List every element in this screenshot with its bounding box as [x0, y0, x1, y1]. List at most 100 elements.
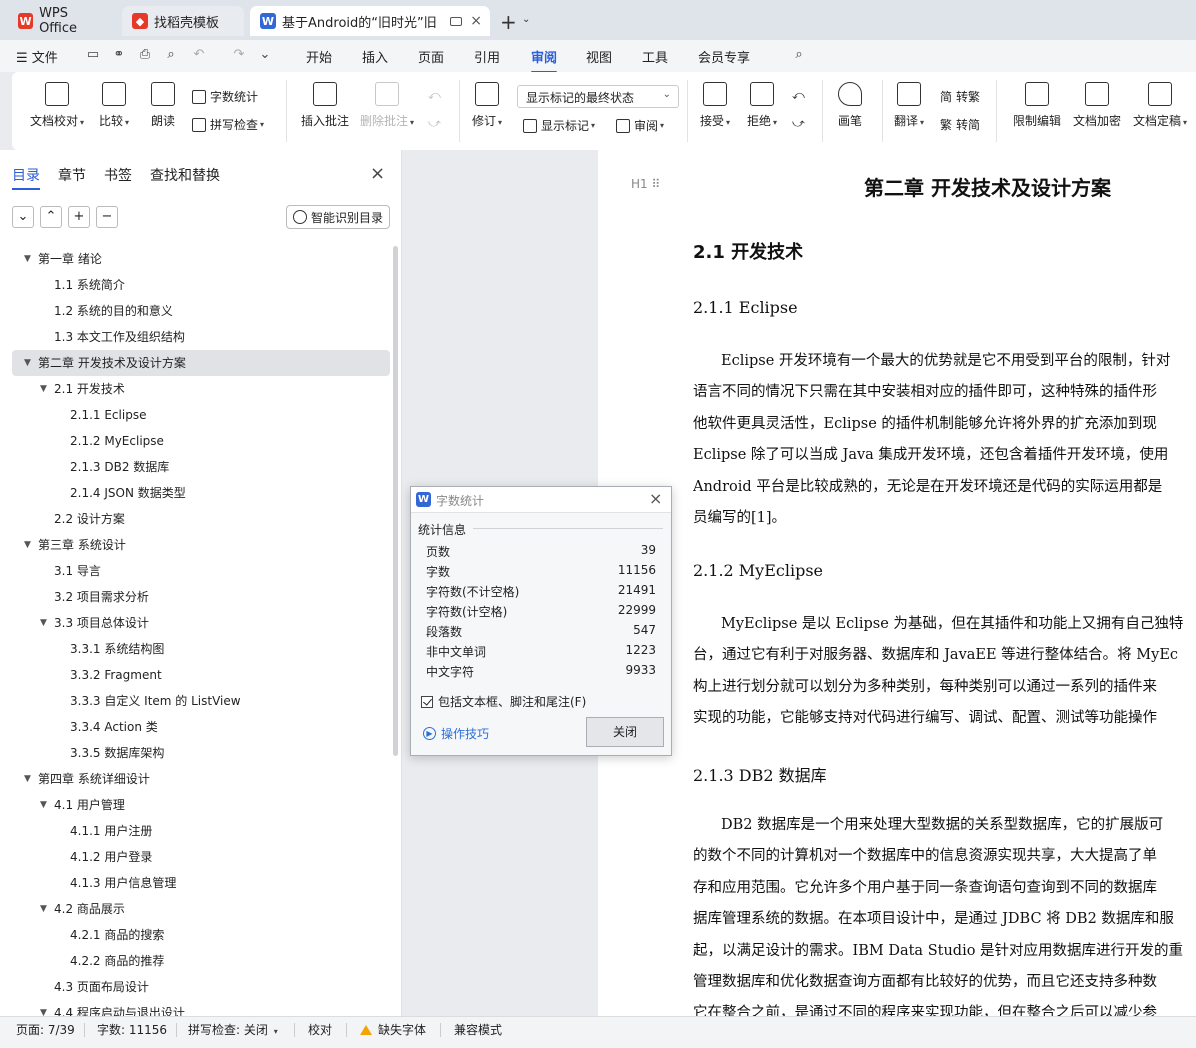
expand-triangle-icon[interactable]: ▼	[24, 350, 31, 376]
toc-item[interactable]: 2.2 设计方案	[12, 506, 390, 532]
review-pane-button[interactable]: 审阅 ▾	[616, 117, 664, 134]
menu-view[interactable]: 视图	[586, 47, 612, 66]
print-preview-icon[interactable]: ⌕	[164, 48, 178, 62]
prev-change-icon[interactable]: ⤺	[792, 88, 805, 103]
close-icon[interactable]: ×	[370, 163, 385, 184]
insert-comment-button[interactable]: 插入批注	[301, 82, 349, 129]
collapse-chevron-down-icon[interactable]: ⌄	[12, 206, 34, 228]
spell-check-button[interactable]: 拼写检查 ▾	[192, 116, 264, 133]
expand-triangle-icon[interactable]: ▼	[40, 376, 47, 402]
toc-item[interactable]: 2.1.3 DB2 数据库	[12, 454, 390, 480]
toc-item[interactable]: ▼ 第一章 绪论	[12, 246, 390, 272]
tab-toc[interactable]: 目录	[12, 165, 40, 190]
tab-find-replace[interactable]: 查找和替换	[150, 165, 220, 185]
toc-item[interactable]: 4.3 页面布局设计	[12, 974, 390, 1000]
restrict-edit-button[interactable]: 限制编辑	[1013, 82, 1061, 129]
remove-minus-icon[interactable]: −	[96, 206, 118, 228]
dialog-titlebar[interactable]: W 字数统计 ×	[411, 487, 671, 513]
expand-chevron-up-icon[interactable]: ⌃	[40, 206, 62, 228]
toc-item[interactable]: ▼ 第三章 系统设计	[12, 532, 390, 558]
chevron-down-icon[interactable]: ⌄	[522, 14, 530, 25]
document-page[interactable]: H1 ⠿ 第二章 开发技术及设计方案 2.1 开发技术 2.1.1 Eclips…	[598, 150, 1196, 1016]
undo-icon[interactable]: ↶	[192, 48, 206, 62]
tab-bookmarks[interactable]: 书签	[104, 165, 132, 185]
toc-item[interactable]: 2.1.2 MyEclipse	[12, 428, 390, 454]
toc-item[interactable]: ▼ 4.2 商品展示	[12, 896, 390, 922]
heading-drag-handle-icon[interactable]: H1 ⠿	[631, 177, 660, 191]
toc-item[interactable]: 4.1.3 用户信息管理	[12, 870, 390, 896]
menu-tools[interactable]: 工具	[642, 47, 668, 66]
translate-button[interactable]: 翻译 ▾	[894, 82, 924, 129]
to-traditional-button[interactable]: 简 转繁	[940, 88, 980, 105]
close-icon[interactable]: ×	[470, 13, 482, 29]
toc-item[interactable]: 4.2.2 商品的推荐	[12, 948, 390, 974]
prev-comment-icon[interactable]: ⤺	[428, 88, 441, 103]
expand-triangle-icon[interactable]: ▼	[40, 792, 47, 818]
close-icon[interactable]: ×	[649, 489, 662, 508]
tab-chapters[interactable]: 章节	[58, 165, 86, 185]
doc-finalize-button[interactable]: 文档定稿 ▾	[1133, 82, 1187, 129]
expand-triangle-icon[interactable]: ▼	[24, 532, 31, 558]
show-marks-button[interactable]: 显示标记 ▾	[523, 117, 595, 134]
tab-wps-office[interactable]: W WPS Office	[8, 6, 116, 36]
toc-item[interactable]: 2.1.1 Eclipse	[12, 402, 390, 428]
expand-triangle-icon[interactable]: ▼	[24, 246, 31, 272]
tips-link[interactable]: ▶ 操作技巧	[423, 725, 489, 742]
toc-item[interactable]: 3.3.3 自定义 Item 的 ListView	[12, 688, 390, 714]
reject-button[interactable]: 拒绝 ▾	[747, 82, 777, 129]
toc-item[interactable]: 4.1.2 用户登录	[12, 844, 390, 870]
expand-triangle-icon[interactable]: ▼	[24, 766, 31, 792]
toc-item[interactable]: 3.3.1 系统结构图	[12, 636, 390, 662]
redo-icon[interactable]: ↷	[232, 48, 246, 62]
expand-triangle-icon[interactable]: ▼	[40, 896, 47, 922]
toc-scrollbar[interactable]	[393, 246, 398, 756]
toc-item[interactable]: 3.3.2 Fragment	[12, 662, 390, 688]
menu-member[interactable]: 会员专享	[698, 47, 750, 66]
expand-triangle-icon[interactable]: ▼	[40, 610, 47, 636]
toc-item[interactable]: 4.2.1 商品的搜索	[12, 922, 390, 948]
toc-item[interactable]: 1.2 系统的目的和意义	[12, 298, 390, 324]
accept-button[interactable]: 接受 ▾	[700, 82, 730, 129]
link-icon[interactable]: ⚭	[112, 48, 126, 62]
proof-status[interactable]: 校对	[308, 1021, 332, 1038]
print-icon[interactable]: ⎙	[138, 48, 152, 62]
doc-proof-button[interactable]: 文档校对 ▾	[30, 82, 84, 129]
toc-item[interactable]: 2.1.4 JSON 数据类型	[12, 480, 390, 506]
menu-review[interactable]: 审阅	[531, 47, 558, 73]
dialog-close-button[interactable]: 关闭	[586, 717, 664, 747]
read-aloud-button[interactable]: 朗读	[151, 82, 175, 129]
include-textbox-checkbox[interactable]: 包括文本框、脚注和尾注(F)	[421, 693, 586, 710]
next-comment-icon[interactable]: ⤻	[428, 116, 441, 131]
compare-button[interactable]: 比较 ▾	[99, 82, 129, 129]
save-icon[interactable]: ▭	[86, 48, 100, 62]
page-indicator[interactable]: 页面: 7/39	[16, 1021, 75, 1038]
toc-item[interactable]: ▼ 4.1 用户管理	[12, 792, 390, 818]
delete-comment-button[interactable]: 删除批注 ▾	[360, 82, 414, 129]
toc-item[interactable]: ▼ 第四章 系统详细设计	[12, 766, 390, 792]
toc-item[interactable]: ▼ 3.3 项目总体设计	[12, 610, 390, 636]
add-plus-icon[interactable]: +	[68, 206, 90, 228]
spell-check-status[interactable]: 拼写检查: 关闭 ▾	[188, 1021, 278, 1038]
display-state-select[interactable]: 显示标记的最终状态 ⌄	[517, 85, 679, 108]
more-chevron-icon[interactable]: ⌄	[258, 48, 272, 62]
toc-item[interactable]: ▼ 2.1 开发技术	[12, 376, 390, 402]
search-icon[interactable]: ⌕	[792, 48, 806, 62]
tab-docer[interactable]: ◆ 找稻壳模板	[122, 6, 244, 36]
toc-item[interactable]: 3.1 导言	[12, 558, 390, 584]
menu-reference[interactable]: 引用	[474, 47, 500, 66]
menu-insert[interactable]: 插入	[362, 47, 388, 66]
missing-font-status[interactable]: 缺失字体	[360, 1021, 426, 1038]
toc-item[interactable]: 3.3.4 Action 类	[12, 714, 390, 740]
menu-start[interactable]: 开始	[306, 47, 332, 66]
toc-item[interactable]: 4.1.1 用户注册	[12, 818, 390, 844]
toc-item[interactable]: 1.1 系统简介	[12, 272, 390, 298]
toc-item[interactable]: ▼ 第二章 开发技术及设计方案	[12, 350, 390, 376]
smart-toc-button[interactable]: 智能识别目录	[286, 205, 390, 229]
revise-button[interactable]: 修订 ▾	[472, 82, 502, 129]
monitor-icon[interactable]	[450, 16, 462, 26]
menu-page[interactable]: 页面	[418, 47, 444, 66]
toc-item[interactable]: 3.3.5 数据库架构	[12, 740, 390, 766]
word-count-indicator[interactable]: 字数: 11156	[97, 1021, 167, 1038]
to-simplified-button[interactable]: 繁 转简	[940, 116, 980, 133]
pen-button[interactable]: 画笔	[838, 82, 862, 129]
